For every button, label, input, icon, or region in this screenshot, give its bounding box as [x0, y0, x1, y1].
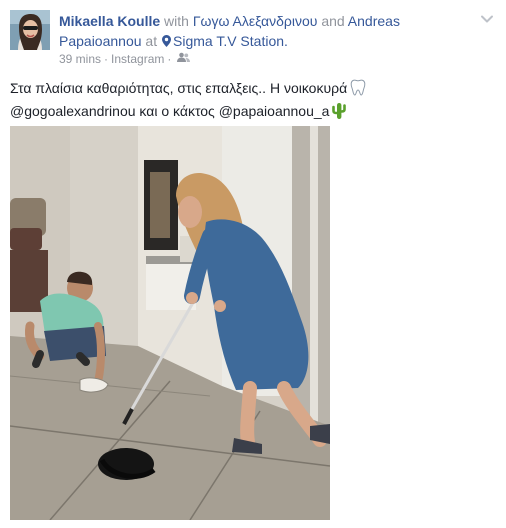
- meta-separator-2: ·: [167, 51, 172, 66]
- post-message-line-2: @gogoalexandrinou και ο κάκτος @papaioan…: [10, 101, 490, 124]
- chevron-down-icon[interactable]: [480, 12, 494, 24]
- post-photo[interactable]: [10, 126, 330, 520]
- source-app-link[interactable]: Instagram: [111, 51, 164, 67]
- post-text-line-2: @gogoalexandrinou και ο κάκτος @papaioan…: [10, 103, 330, 119]
- post-message-line-1: Στα πλαίσια καθαριότητας, στις επαλξεις.…: [10, 78, 490, 101]
- timestamp-link[interactable]: 39 mins: [59, 51, 101, 67]
- meta-separator: ·: [104, 51, 109, 66]
- feed-post: Mikaella Koulle with Γωγω Αλεξανδρινου a…: [0, 0, 506, 528]
- post-message: Στα πλαίσια καθαριότητας, στις επαλξεις.…: [10, 78, 490, 124]
- cactus-emoji-icon: [332, 102, 347, 124]
- author-name-link[interactable]: Mikaella Koulle: [59, 13, 160, 29]
- location-pin-icon: [162, 32, 171, 52]
- tagged-friend-link-1[interactable]: Γωγω Αλεξανδρινου: [193, 13, 318, 29]
- author-avatar[interactable]: [10, 10, 50, 50]
- post-header: Mikaella Koulle with Γωγω Αλεξανδρινου a…: [59, 11, 469, 52]
- tooth-emoji-icon: [350, 79, 366, 101]
- at-word: at: [145, 33, 158, 49]
- place-link[interactable]: Sigma T.V Station.: [173, 33, 288, 49]
- friends-icon[interactable]: [177, 51, 191, 67]
- post-text-line-1: Στα πλαίσια καθαριότητας, στις επαλξεις.…: [10, 80, 348, 96]
- post-meta: 39 mins · Instagram ·: [59, 50, 191, 67]
- with-word: with: [164, 13, 189, 29]
- and-word: and: [321, 13, 345, 29]
